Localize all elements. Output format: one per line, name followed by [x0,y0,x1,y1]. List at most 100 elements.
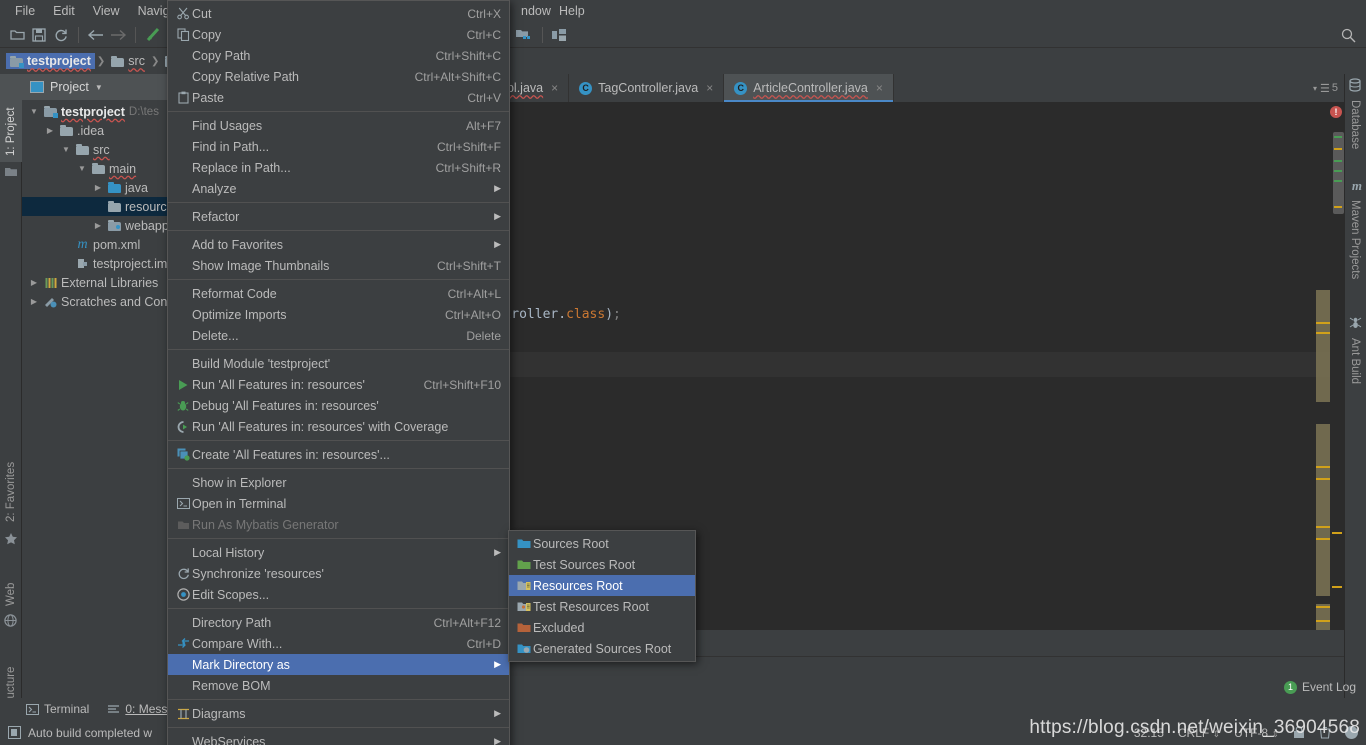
editor-scrollbar-thumb[interactable] [1333,132,1344,214]
context-menu-item-run-with-coverage[interactable]: Run 'All Features in: resources' with Co… [168,416,509,437]
submenu-item-generated-sources-root[interactable]: Generated Sources Root [509,638,695,659]
context-menu-item-find-in-path[interactable]: Find in Path... Ctrl+Shift+F [168,136,509,157]
memory-indicator[interactable] [1345,726,1358,739]
context-menu-item-run[interactable]: Run 'All Features in: resources' Ctrl+Sh… [168,374,509,395]
tree-node-label: main [109,161,137,176]
context-menu-item-mark-directory-as[interactable]: Mark Directory as ▶ [168,654,509,675]
submenu-item-test-sources-root[interactable]: Test Sources Root [509,554,695,575]
error-stripe[interactable]: ! [1330,102,1344,630]
context-menu-item-webservices[interactable]: WebServices ▶ [168,731,509,745]
expand-arrow-icon[interactable]: ▶ [28,278,40,287]
menu-item-help[interactable]: Help [550,2,594,20]
editor-tab-overflow[interactable]: ▾ ☰ 5 [1307,74,1344,102]
bottom-tab-messages[interactable]: 0: Mess [107,702,167,716]
editor-tab-articlecontroller[interactable]: C ArticleController.java × [724,74,894,102]
line-separator[interactable]: CRLF ⇕ [1178,726,1220,740]
context-menu-item-compare-with[interactable]: Compare With... Ctrl+D [168,633,509,654]
context-menu-item-directory-path[interactable]: Directory Path Ctrl+Alt+F12 [168,612,509,633]
event-log-button[interactable]: 1 Event Log [1283,680,1356,694]
context-menu-item-remove-bom[interactable]: Remove BOM [168,675,509,696]
search-everywhere-icon[interactable] [1338,25,1358,45]
context-menu-item-cut[interactable]: Cut Ctrl+X [168,3,509,24]
expand-arrow-icon[interactable]: ▶ [28,297,40,306]
lock-icon[interactable] [1293,726,1305,739]
close-icon[interactable]: × [706,81,713,95]
menu-item-view[interactable]: View [84,2,129,20]
breadcrumb-testproject[interactable]: testproject [6,53,95,69]
rail-tab-maven[interactable]: Maven Projects [1344,194,1366,304]
context-menu-item-show-in-explorer[interactable]: Show in Explorer [168,472,509,493]
project-structure-icon[interactable] [548,24,570,46]
forward-icon[interactable] [107,24,129,46]
context-menu-item-paste[interactable]: Paste Ctrl+V [168,87,509,108]
context-menu-accelerator: Ctrl+Alt+F12 [433,615,501,630]
chevron-down-icon[interactable]: ▾ [1313,84,1317,93]
context-menu-item-replace-in-path[interactable]: Replace in Path... Ctrl+Shift+R [168,157,509,178]
context-menu-item-local-history[interactable]: Local History ▶ [168,542,509,563]
context-menu-item-synchronize[interactable]: Synchronize 'resources' [168,563,509,584]
trash-icon[interactable] [1319,726,1331,739]
scissors-icon [174,7,192,20]
chevron-down-icon[interactable]: ▼ [95,83,103,92]
expand-arrow-icon[interactable]: ▼ [60,145,72,154]
rail-tab-web[interactable]: Web [0,554,22,612]
stripe-marker [1334,136,1342,138]
close-icon[interactable]: × [551,81,558,95]
context-menu-item-delete[interactable]: Delete... Delete [168,325,509,346]
context-menu-item-reformat-code[interactable]: Reformat Code Ctrl+Alt+L [168,283,509,304]
context-menu-item-build-module[interactable]: Build Module 'testproject' [168,353,509,374]
file-encoding[interactable]: UTF-8 ⇕ [1234,726,1279,740]
context-menu-item-edit-scopes[interactable]: Edit Scopes... [168,584,509,605]
context-menu-item-add-to-favorites[interactable]: Add to Favorites ▶ [168,234,509,255]
menu-item-edit[interactable]: Edit [44,2,84,20]
context-menu-item-open-in-terminal[interactable]: Open in Terminal [168,493,509,514]
run-build-icon[interactable] [142,24,164,46]
context-menu-item-diagrams[interactable]: Diagrams ▶ [168,703,509,724]
open-folder-icon[interactable] [6,24,28,46]
context-menu-item-refactor[interactable]: Refactor ▶ [168,206,509,227]
context-menu-label: Local History [192,545,265,560]
caret-position[interactable]: 32:15 [1134,726,1164,740]
synchronize-icon[interactable] [50,24,72,46]
context-menu-item-copy-relative-path[interactable]: Copy Relative Path Ctrl+Alt+Shift+C [168,66,509,87]
rail-tab-favorites[interactable]: 2: Favorites [0,426,22,528]
rail-tab-label: 1: Project [5,107,17,156]
breadcrumb-src[interactable]: src [107,53,149,69]
context-menu-label: Add to Favorites [192,237,284,252]
message-icon [107,704,120,715]
context-menu-item-optimize-imports[interactable]: Optimize Imports Ctrl+Alt+O [168,304,509,325]
error-badge-icon[interactable]: ! [1330,106,1342,118]
context-menu-item-analyze[interactable]: Analyze ▶ [168,178,509,199]
submenu-item-sources-root[interactable]: Sources Root [509,533,695,554]
class-icon: C [734,81,748,95]
back-icon[interactable] [85,24,107,46]
context-menu-item-copy-path[interactable]: Copy Path Ctrl+Shift+C [168,45,509,66]
close-icon[interactable]: × [876,81,883,95]
rail-tab-project[interactable]: 1: Project [0,74,22,162]
expand-arrow-icon[interactable]: ▶ [92,183,104,192]
new-module-icon[interactable] [512,24,534,46]
context-menu-item-debug[interactable]: Debug 'All Features in: resources' [168,395,509,416]
menu-item-file[interactable]: File [6,2,44,20]
bottom-tab-terminal[interactable]: Terminal [26,702,89,716]
rail-tab-database[interactable]: Database [1344,94,1366,166]
context-menu-item-create-run-config[interactable]: Create 'All Features in: resources'... [168,444,509,465]
context-menu-item-show-image-thumbnails[interactable]: Show Image Thumbnails Ctrl+Shift+T [168,255,509,276]
context-menu-accelerator: Ctrl+D [466,636,501,651]
rail-tab-ant[interactable]: Ant Build [1344,332,1366,406]
submenu-item-resources-root[interactable]: Resources Root [509,575,695,596]
submenu-item-excluded[interactable]: Excluded [509,617,695,638]
editor-tab-tagcontroller[interactable]: C TagController.java × [569,74,725,102]
save-all-icon[interactable] [28,24,50,46]
context-menu-item-find-usages[interactable]: Find Usages Alt+F7 [168,115,509,136]
editor-tab-label: TagController.java [598,81,699,95]
context-menu-item-copy[interactable]: Copy Ctrl+C [168,24,509,45]
expand-arrow-icon[interactable]: ▶ [92,221,104,230]
run-icon [174,379,192,391]
expand-arrow-icon[interactable]: ▶ [44,126,56,135]
submenu-item-test-resources-root[interactable]: Test Resources Root [509,596,695,617]
expand-arrow-icon[interactable]: ▼ [28,107,40,116]
inspection-overview-block [1316,290,1330,402]
expand-arrow-icon[interactable]: ▼ [76,164,88,173]
context-menu-label: Reformat Code [192,286,277,301]
